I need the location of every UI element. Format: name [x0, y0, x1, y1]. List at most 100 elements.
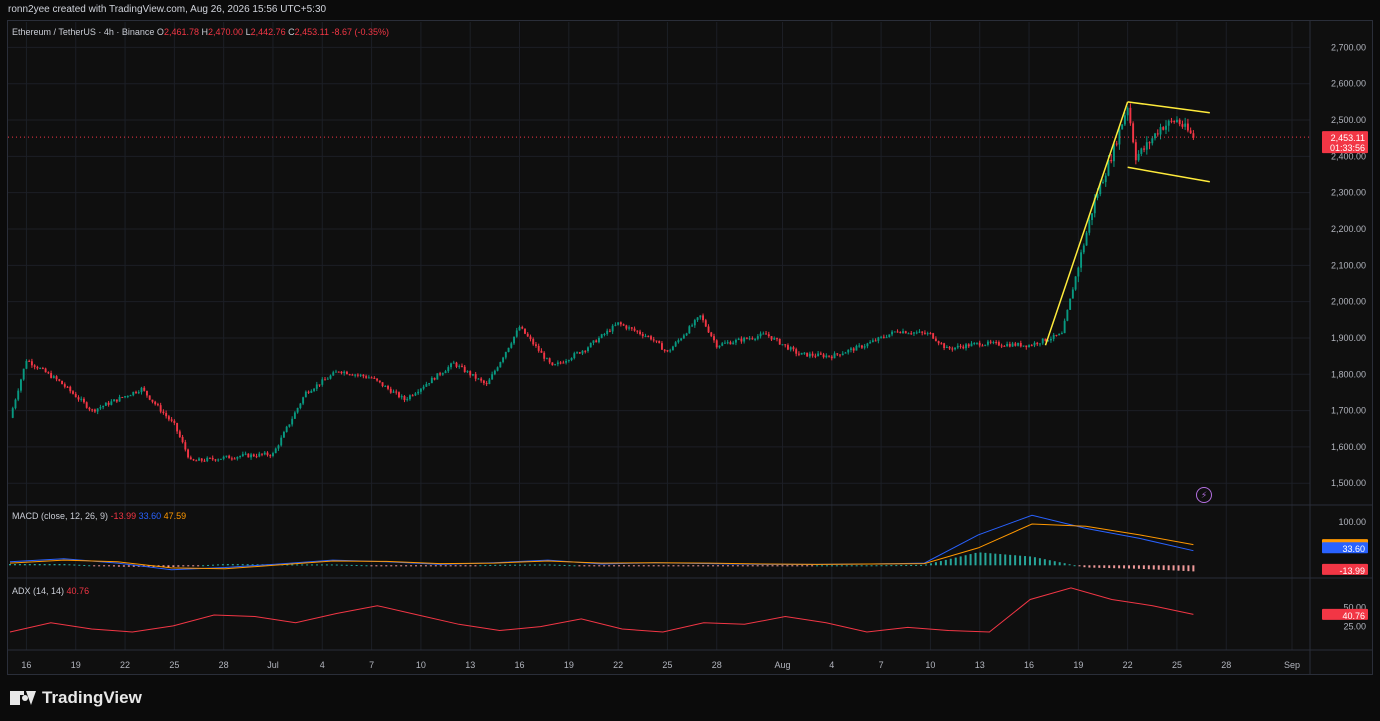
- macd-histogram-bar: [613, 565, 616, 567]
- macd-histogram-bar: [880, 565, 883, 567]
- candle-up: [1017, 342, 1020, 346]
- candle-down: [540, 350, 543, 353]
- candle-up: [1049, 338, 1052, 341]
- macd-histogram-bar: [182, 565, 185, 567]
- symbol-title: Ethereum / TetherUS · 4h · Binance: [12, 27, 155, 37]
- candle-up: [734, 339, 737, 343]
- candle-down: [88, 407, 91, 410]
- candle-down: [115, 399, 118, 402]
- candle-down: [1189, 130, 1192, 134]
- candle-up: [576, 352, 578, 354]
- candle-up: [244, 453, 247, 455]
- bolt-icon[interactable]: ⚡: [1196, 487, 1212, 503]
- candle-up: [282, 431, 285, 438]
- macd-histogram-bar: [236, 564, 239, 566]
- candle-up: [554, 364, 557, 366]
- candle-up: [222, 456, 225, 459]
- candle-up: [359, 374, 362, 376]
- candle-down: [403, 396, 406, 401]
- macd-histogram-bar: [469, 565, 472, 567]
- macd-histogram-bar: [860, 565, 863, 567]
- macd-histogram-bar: [320, 564, 323, 566]
- candle-up: [1085, 232, 1088, 246]
- macd-histogram-bar: [241, 564, 244, 566]
- candle-down: [85, 402, 88, 408]
- candle-down: [373, 377, 376, 379]
- candle-down: [633, 328, 636, 331]
- candle-up: [743, 337, 746, 342]
- candle-down: [1003, 345, 1006, 347]
- candle-down: [381, 382, 384, 387]
- macd-histogram-bar: [855, 565, 858, 567]
- macd-histogram-bar: [385, 565, 388, 567]
- candle-up: [614, 324, 617, 326]
- macd-histogram-bar: [603, 565, 606, 567]
- candle-up: [611, 325, 614, 332]
- macd-histogram-bar: [375, 565, 378, 567]
- candle-down: [622, 324, 625, 326]
- macd-histogram-bar: [484, 565, 487, 567]
- macd-histogram-bar: [197, 565, 200, 567]
- macd-histogram-bar: [177, 565, 180, 567]
- macd-histogram-bar: [1103, 565, 1106, 568]
- candle-down: [595, 340, 598, 343]
- candle-down: [187, 449, 190, 458]
- candle-up: [206, 457, 209, 462]
- macd-histogram-bar: [108, 565, 111, 567]
- tradingview-logo[interactable]: TradingView: [10, 687, 142, 709]
- macd-histogram-bar: [212, 564, 215, 566]
- candle-down: [480, 378, 483, 381]
- time-tick-label: 4: [320, 660, 325, 670]
- time-tick-label: 10: [416, 660, 426, 670]
- macd-histogram-bar: [518, 564, 521, 566]
- macd-histogram-bar: [885, 565, 888, 567]
- candle-down: [1110, 159, 1113, 162]
- macd-histogram-bar: [1128, 565, 1131, 569]
- adx-line: [9, 587, 1194, 633]
- macd-histogram-bar: [73, 564, 76, 566]
- candle-down: [33, 365, 36, 367]
- candle-up: [17, 390, 20, 400]
- macd-histogram-bar: [969, 554, 972, 566]
- candle-down: [247, 453, 250, 458]
- candle-down: [1143, 148, 1146, 150]
- macd-histogram-bar: [637, 565, 640, 567]
- candle-down: [882, 336, 885, 338]
- macd-histogram-bar: [558, 564, 561, 566]
- chart-canvas[interactable]: 1,500.00 1,600.00 1,700.00 1,800.00 1,900.00…: [0, 0, 1380, 721]
- macd-histogram-bar: [677, 565, 680, 567]
- candle-up: [102, 405, 105, 408]
- candle-up: [628, 327, 631, 329]
- adx-pane: [9, 587, 1194, 633]
- candle-up: [332, 372, 335, 376]
- time-tick-label: 16: [1024, 660, 1034, 670]
- candle-down: [356, 374, 359, 376]
- candle-up: [110, 401, 113, 405]
- candle-down: [151, 399, 154, 402]
- candle-up: [299, 403, 302, 409]
- candle-up: [1071, 289, 1074, 299]
- candle-down: [162, 411, 165, 414]
- candle-down: [61, 380, 64, 385]
- candle-down: [537, 345, 540, 351]
- candle-down: [1148, 142, 1151, 144]
- candle-up: [1041, 338, 1044, 344]
- candle-down: [233, 458, 236, 460]
- macd-histogram-bar: [306, 564, 309, 566]
- price-tick-label: 2,600.00: [1331, 79, 1366, 89]
- candle-up: [1088, 220, 1091, 233]
- candle-up: [1069, 298, 1072, 310]
- candle-down: [167, 416, 170, 420]
- candle-up: [258, 453, 261, 457]
- candle-down: [362, 374, 365, 377]
- candle-down: [702, 315, 705, 321]
- candle-down: [787, 345, 789, 350]
- candle-down: [77, 397, 80, 400]
- candle-down: [1014, 343, 1017, 346]
- candle-up: [126, 396, 129, 398]
- candle-down: [387, 385, 389, 389]
- candle-up: [808, 353, 811, 357]
- candle-down: [795, 349, 798, 354]
- candle-up: [137, 392, 140, 394]
- candle-up: [513, 336, 515, 344]
